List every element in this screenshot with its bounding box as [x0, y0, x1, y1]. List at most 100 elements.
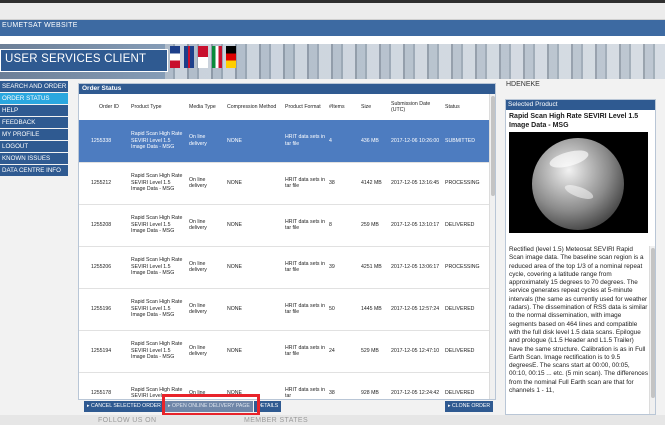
- status-cell: SUBMITTED: [443, 120, 489, 162]
- media-type-cell: On line delivery: [187, 161, 225, 204]
- cancel-order-button[interactable]: ▸ CANCEL SELECTED ORDER: [84, 401, 164, 412]
- status-cell: DELIVERED: [443, 287, 489, 330]
- product-type-cell: Rapid Scan High Rate SEVIRI Level 1.5 Im…: [129, 120, 187, 162]
- nav-item-known-issues[interactable]: KNOWN ISSUES: [0, 153, 68, 164]
- order-id-cell: 1255206: [79, 245, 129, 288]
- size-cell: 1445 MB: [359, 287, 389, 330]
- column-header[interactable]: Size: [359, 94, 389, 120]
- member-states-label: MEMBER STATES: [244, 417, 309, 424]
- order-id-cell: 1255194: [79, 329, 129, 372]
- product-type-cell: Rapid Scan High Rate SEVIRI Level 1.5 Im…: [129, 287, 187, 330]
- format-cell: HRIT data sets in tar file: [283, 203, 327, 246]
- status-cell: DELIVERED: [443, 203, 489, 246]
- order-id-cell: 1255212: [79, 161, 129, 204]
- orders-table: Order ID Product Type Media Type Compres…: [79, 94, 489, 399]
- compression-cell: NONE: [225, 287, 283, 330]
- table-row[interactable]: 1255178 Rapid Scan High Rate SEVIRI Leve…: [79, 371, 489, 399]
- table-row[interactable]: 1255194 Rapid Scan High Rate SEVIRI Leve…: [79, 329, 489, 372]
- table-row[interactable]: 1255206 Rapid Scan High Rate SEVIRI Leve…: [79, 245, 489, 288]
- nav-item-help[interactable]: HELP: [0, 105, 68, 116]
- orders-scroll-thumb[interactable]: [491, 96, 495, 196]
- media-type-cell: On line delivery: [187, 120, 225, 162]
- flag-image: [198, 46, 208, 68]
- product-thumbnail: [509, 132, 648, 233]
- nav-item-my-profile[interactable]: MY PROFILE: [0, 129, 68, 140]
- order-id-cell: 1255178: [79, 371, 129, 399]
- status-cell: DELIVERED: [443, 371, 489, 399]
- browser-top-bar: [0, 0, 665, 20]
- status-cell: PROCESSING: [443, 245, 489, 288]
- format-cell: HRIT data sets in tar: [283, 371, 327, 399]
- compression-cell: NONE: [225, 120, 283, 162]
- format-cell: HRIT data sets in tar file: [283, 120, 327, 162]
- order-status-title: Order Status: [79, 84, 495, 94]
- items-cell: 50: [327, 287, 359, 330]
- product-type-cell: Rapid Scan High Rate SEVIRI Level 1.5 Im…: [129, 245, 187, 288]
- table-row[interactable]: 1255196 Rapid Scan High Rate SEVIRI Leve…: [79, 287, 489, 330]
- order-actions-bar: ▸ CANCEL SELECTED ORDER ▸ OPEN ONLINE DE…: [78, 401, 496, 413]
- date-cell: 2017-12-05 13:06:17: [389, 245, 443, 288]
- details-label: DETAILS: [257, 403, 279, 409]
- column-header[interactable]: Compression Method: [225, 94, 283, 120]
- window-strip: [0, 0, 665, 3]
- items-cell: 8: [327, 203, 359, 246]
- column-header[interactable]: Status: [443, 94, 489, 120]
- site-name-link[interactable]: EUMETSAT WEBSITE: [2, 22, 78, 29]
- nav-item-search-and-order[interactable]: SEARCH AND ORDER: [0, 81, 68, 92]
- nav-item-logout[interactable]: LOGOUT: [0, 141, 68, 152]
- date-cell: 2017-12-06 10:26:00: [389, 120, 443, 162]
- table-row[interactable]: 1255208 Rapid Scan High Rate SEVIRI Leve…: [79, 203, 489, 246]
- size-cell: 436 MB: [359, 120, 389, 162]
- compression-cell: NONE: [225, 329, 283, 372]
- column-header[interactable]: Product Type: [129, 94, 187, 120]
- flag-image: [184, 46, 194, 68]
- items-cell: 39: [327, 245, 359, 288]
- selected-product-title: Selected Product: [506, 100, 655, 110]
- order-id-cell: 1255208: [79, 203, 129, 246]
- product-description: Rectified (level 1.5) Meteosat SEVIRI Ra…: [509, 246, 649, 395]
- status-cell: DELIVERED: [443, 329, 489, 372]
- user-name: HDENEKE: [506, 81, 540, 88]
- description-scrollbar[interactable]: [649, 246, 655, 414]
- nav-item-feedback[interactable]: FEEDBACK: [0, 117, 68, 128]
- items-cell: 38: [327, 161, 359, 204]
- site-header: [0, 20, 665, 36]
- items-cell: 38: [327, 371, 359, 399]
- order-status-panel: Order Status Order ID Product Type Media…: [78, 83, 496, 400]
- follow-us-label: FOLLOW US ON: [98, 417, 157, 424]
- sidebar-nav: SEARCH AND ORDER ORDER STATUS HELP FEEDB…: [0, 81, 68, 177]
- highlight-box: [162, 394, 260, 416]
- orders-scrollbar[interactable]: [489, 94, 495, 399]
- product-type-cell: Rapid Scan High Rate SEVIRI Level 1.5 Im…: [129, 161, 187, 204]
- media-type-cell: On line delivery: [187, 245, 225, 288]
- date-cell: 2017-12-05 12:57:24: [389, 287, 443, 330]
- column-header[interactable]: #Items: [327, 94, 359, 120]
- table-row[interactable]: 1255338 Rapid Scan High Rate SEVIRI Leve…: [79, 120, 489, 162]
- clone-order-button[interactable]: ▸ CLONE ORDER: [445, 401, 494, 412]
- nav-item-order-status[interactable]: ORDER STATUS: [0, 93, 68, 104]
- app-title: USER SERVICES CLIENT: [5, 53, 147, 65]
- column-header[interactable]: Media Type: [187, 94, 225, 120]
- status-cell: PROCESSING: [443, 161, 489, 204]
- format-cell: HRIT data sets in tar file: [283, 329, 327, 372]
- flag-image: [212, 46, 222, 68]
- compression-cell: NONE: [225, 245, 283, 288]
- flag-image: [226, 46, 236, 68]
- date-cell: 2017-12-05 13:10:17: [389, 203, 443, 246]
- product-name: Rapid Scan High Rate SEVIRI Level 1.5 Im…: [509, 113, 639, 129]
- format-cell: HRIT data sets in tar file: [283, 287, 327, 330]
- column-header[interactable]: Submission Date (UTC): [389, 94, 443, 120]
- product-type-cell: Rapid Scan High Rate SEVIRI Level 1.5 Im…: [129, 329, 187, 372]
- size-cell: 529 MB: [359, 329, 389, 372]
- items-cell: 4: [327, 120, 359, 162]
- table-row[interactable]: 1255212 Rapid Scan High Rate SEVIRI Leve…: [79, 161, 489, 204]
- compression-cell: NONE: [225, 203, 283, 246]
- flag-image: [170, 46, 180, 68]
- column-header[interactable]: Order ID: [79, 94, 129, 120]
- order-id-cell: 1255338: [79, 120, 129, 162]
- description-scroll-thumb[interactable]: [651, 248, 655, 398]
- column-header[interactable]: Product Format: [283, 94, 327, 120]
- size-cell: 259 MB: [359, 203, 389, 246]
- clone-order-label: CLONE ORDER: [452, 403, 491, 409]
- nav-item-data-centre-info[interactable]: DATA CENTRE INFO: [0, 165, 68, 176]
